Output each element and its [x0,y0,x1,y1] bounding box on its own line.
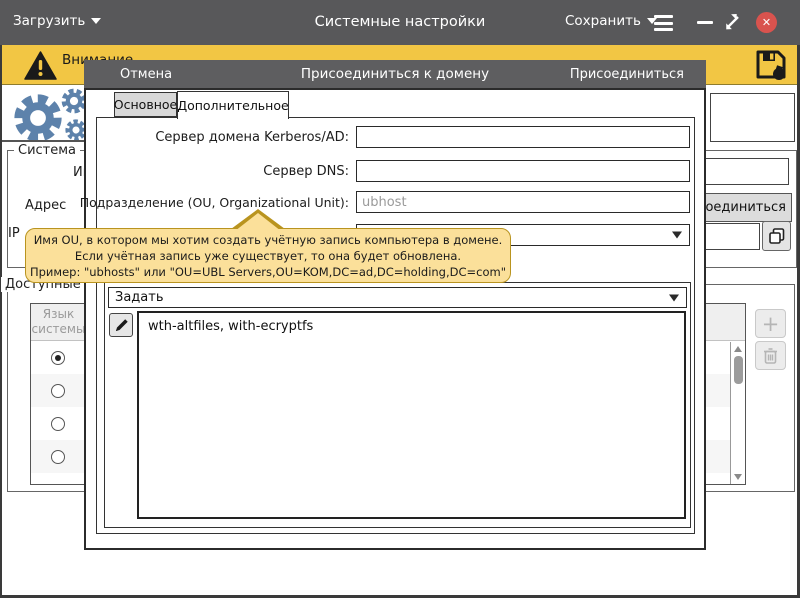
window-border-left [0,45,2,598]
minimize-icon [697,21,713,24]
add-language-button[interactable]: + [755,309,786,338]
close-button[interactable]: ✕ [756,12,777,33]
maximize-button[interactable] [723,12,743,32]
tooltip-line-1: Имя OU, в котором мы хотим создать учётн… [34,232,503,248]
delete-language-button[interactable] [755,341,786,370]
tab-additional[interactable]: Дополнительное [177,91,289,119]
language-radio[interactable] [51,450,65,464]
tab-additional-label: Дополнительное [177,98,288,113]
language-radio[interactable] [51,384,65,398]
language-column-header: Язык системы [31,307,86,337]
tooltip-line-2: Если учётная запись уже существует, то о… [75,248,461,264]
copy-icon [768,227,786,245]
dialog-join-button[interactable]: Присоединиться [570,67,684,82]
features-text: wth-altfiles, with-ecryptfs [148,319,313,334]
tooltip-line-3: Пример: "ubhosts" или "OU=UBL Servers,OU… [30,264,506,280]
trash-icon [763,347,778,364]
language-table-scrollbar[interactable] [730,342,745,484]
dns-server-input[interactable] [356,160,690,182]
system-groupbox-legend: Система [14,143,80,158]
copy-button[interactable] [762,221,791,251]
scroll-up-icon[interactable] [734,346,742,352]
ou-input[interactable] [356,191,690,213]
scroll-down-icon[interactable] [734,474,742,480]
warning-icon [24,51,57,80]
titlebar: Загрузить Системные настройки Сохранить … [0,0,800,45]
expand-icon [723,12,743,32]
dialog-header: Отмена Присоединиться к домену Присоедин… [84,60,706,88]
edit-button[interactable] [109,313,133,337]
screen: Загрузить Системные настройки Сохранить … [0,0,800,600]
close-icon: ✕ [762,16,771,29]
features-textarea[interactable]: wth-altfiles, with-ecryptfs [137,311,686,519]
set-combobox-value: Задать [115,290,164,305]
chevron-down-icon [672,232,682,239]
language-radio[interactable] [51,417,65,431]
tab-basic-label: Основное [114,97,177,112]
hostname-input[interactable] [710,93,795,142]
dialog-content: Сервер домена Kerberos/AD: Сервер DNS: П… [96,117,695,534]
kerberos-server-input[interactable] [356,126,690,148]
save-menu-button[interactable]: Сохранить [565,13,657,29]
scrollbar-thumb[interactable] [734,356,743,384]
window-border-bottom [0,595,800,598]
window-title: Системные настройки [0,14,800,30]
dns-server-label: Сервер DNS: [61,164,349,179]
save-menu-label: Сохранить [565,13,641,29]
kerberos-server-label: Сервер домена Kerberos/AD: [61,130,349,145]
tooltip-pointer-fill [235,213,281,231]
ip-label: IP [8,226,20,241]
minimize-button[interactable] [697,21,713,24]
save-file-icon[interactable] [754,48,788,81]
set-combobox[interactable]: Задать [108,287,687,308]
ou-tooltip: Имя OU, в котором мы хотим создать учётн… [25,228,511,283]
menu-icon[interactable] [654,15,673,31]
language-radio[interactable] [51,351,65,365]
pencil-icon [114,318,129,333]
plus-icon: + [762,312,780,336]
ou-label: Подразделение (OU, Organizational Unit): [61,195,349,210]
tab-basic[interactable]: Основное [114,92,177,117]
chevron-down-icon [669,294,679,301]
